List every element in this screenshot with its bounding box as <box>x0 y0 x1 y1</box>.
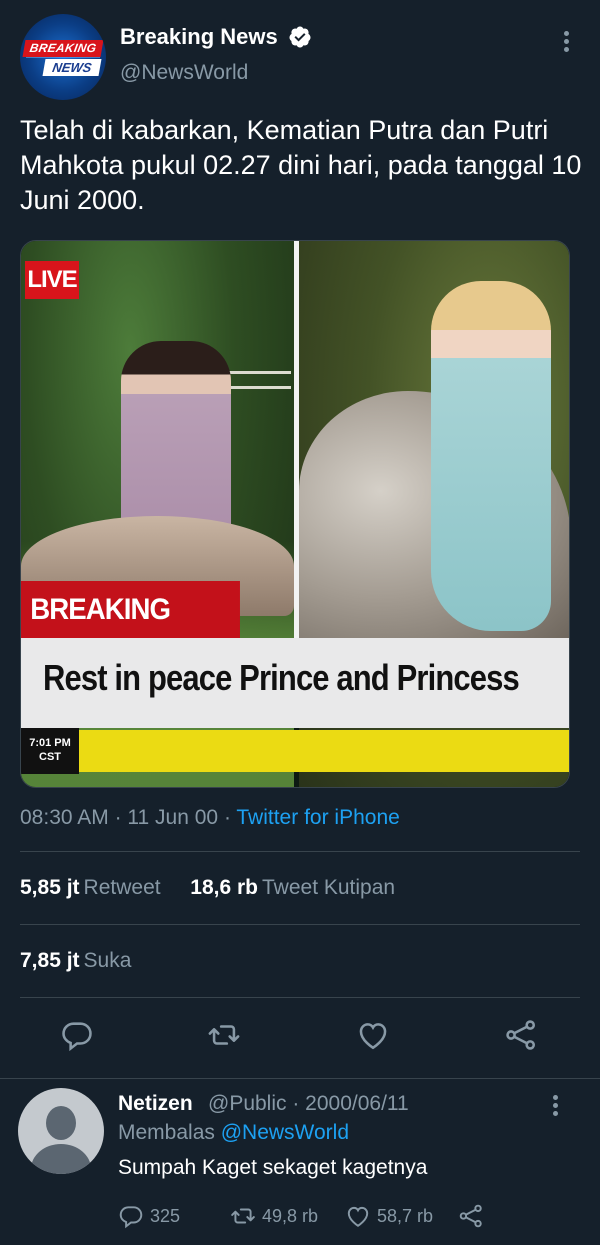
stats-likes: 7,85 jt Suka <box>20 949 131 973</box>
tweet-time: 08:30 AM <box>20 806 109 829</box>
reply-comment-count: 325 <box>150 1205 181 1226</box>
avatar-globe-line <box>26 57 100 58</box>
more-icon[interactable] <box>546 1092 564 1120</box>
reply-author-name[interactable]: Netizen <box>118 1092 193 1116</box>
reply-like-button[interactable]: 58,7 rb <box>345 1203 433 1229</box>
reply-avatar[interactable] <box>18 1088 104 1174</box>
reply-handle-date[interactable]: @Public · 2000/06/11 <box>208 1092 409 1116</box>
reply-button[interactable] <box>60 1018 100 1058</box>
author-handle[interactable]: @NewsWorld <box>120 61 248 85</box>
avatar-news-text: NEWS <box>42 59 102 76</box>
divider <box>20 997 580 998</box>
reply-like-count: 58,7 rb <box>377 1205 434 1226</box>
more-icon[interactable] <box>556 28 576 56</box>
tweet-text: Telah di kabarkan, Kematian Putra dan Pu… <box>20 115 582 215</box>
tweet-meta: 08:30 AM · 11 Jun 00 · Twitter for iPhon… <box>20 806 400 830</box>
reply-icon <box>119 1206 143 1229</box>
section-separator <box>0 1078 600 1079</box>
avatar-breaking-text: BREAKING <box>22 40 104 57</box>
share-icon <box>506 1020 536 1050</box>
divider <box>20 851 580 852</box>
verified-icon <box>289 26 311 48</box>
breaking-news-banner: BREAKING NEWS <box>21 581 240 683</box>
headline-bar: Rest in peace Prince and Princess <box>21 638 569 728</box>
tweet-source-link[interactable]: Twitter for iPhone <box>236 806 399 829</box>
live-badge: LIVE <box>25 261 79 299</box>
broadcast-time-clock: 7:01 PM <box>29 737 71 749</box>
headline-text: Rest in peace Prince and Princess <box>43 657 520 698</box>
share-icon <box>459 1204 482 1228</box>
replying-mention-link[interactable]: @NewsWorld <box>221 1121 349 1144</box>
reply-icon <box>62 1022 92 1052</box>
like-icon <box>347 1206 369 1227</box>
author-avatar[interactable]: BREAKING NEWS <box>20 14 106 100</box>
reply-retweet-count: 49,8 rb <box>262 1205 319 1226</box>
share-button[interactable] <box>504 1018 544 1058</box>
retweet-icon <box>231 1208 255 1224</box>
retweet-icon <box>208 1025 240 1045</box>
author-name[interactable]: Breaking News <box>120 24 278 50</box>
stats-retweets-quotes: 5,85 jt Retweet 18,6 rb Tweet Kutipan <box>20 876 395 900</box>
photo-divider <box>294 241 299 638</box>
replying-to: Membalas @NewsWorld <box>118 1121 349 1145</box>
like-count-link[interactable]: 7,85 jt Suka <box>20 949 131 972</box>
tweet-media[interactable]: LIVE BREAKING NEWS Rest in peace Prince … <box>20 240 570 788</box>
meta-separator: · <box>114 806 128 829</box>
quote-count-link[interactable]: 18,6 rb Tweet Kutipan <box>190 876 395 899</box>
reply-retweet-button[interactable]: 49,8 rb <box>230 1203 318 1229</box>
like-button[interactable] <box>356 1018 396 1058</box>
reply-text: Sumpah Kaget sekaget kagetnya <box>118 1156 428 1179</box>
divider <box>20 924 580 925</box>
like-icon <box>359 1023 387 1050</box>
reply-share-button[interactable] <box>458 1203 490 1229</box>
reply-comment-button[interactable]: 325 <box>118 1203 180 1229</box>
broadcast-time: 7:01 PM CST <box>21 728 79 774</box>
photo-princess-figure <box>431 281 551 631</box>
retweet-count-link[interactable]: 5,85 jt Retweet <box>20 876 161 899</box>
retweet-button[interactable] <box>207 1018 247 1058</box>
meta-separator: · <box>223 806 237 829</box>
tweet-date: 11 Jun 00 <box>127 806 219 829</box>
avatar-body <box>31 1144 91 1174</box>
broadcast-time-zone: CST <box>39 751 61 763</box>
avatar-head <box>46 1106 76 1140</box>
ticker-bar <box>79 730 569 772</box>
replying-prefix: Membalas <box>118 1121 215 1144</box>
